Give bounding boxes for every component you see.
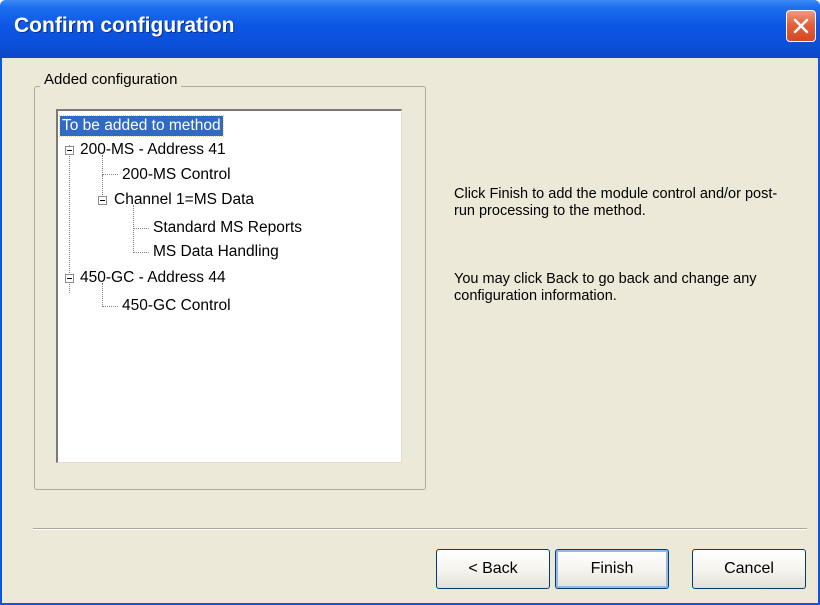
configuration-tree[interactable]: To be added to method 200-MS - Address 4… xyxy=(56,109,402,463)
tree-connector xyxy=(133,205,134,253)
tree-node-ms-reports[interactable]: Standard MS Reports xyxy=(153,218,302,238)
tree-root-node[interactable]: To be added to method xyxy=(59,115,224,137)
title-bar[interactable]: Confirm configuration xyxy=(0,0,820,58)
cancel-button[interactable]: Cancel xyxy=(692,549,806,589)
button-separator xyxy=(33,528,807,530)
collapse-icon[interactable] xyxy=(98,196,107,205)
tree-connector xyxy=(133,252,149,253)
tree-node-gc-control[interactable]: 450-GC Control xyxy=(122,296,231,316)
tree-connector xyxy=(102,174,118,175)
window-title: Confirm configuration xyxy=(14,14,235,37)
tree-node-ms-module[interactable]: 200-MS - Address 41 xyxy=(80,140,226,160)
group-label: Added configuration xyxy=(40,71,182,88)
collapse-icon[interactable] xyxy=(65,146,74,155)
tree-connector xyxy=(102,306,118,307)
tree-node-ms-data-handling[interactable]: MS Data Handling xyxy=(153,242,279,262)
finish-instructions: Click Finish to add the module control a… xyxy=(454,186,778,219)
tree-node-gc-module[interactable]: 450-GC - Address 44 xyxy=(80,268,226,288)
finish-button[interactable]: Finish xyxy=(555,549,669,589)
back-instructions: You may click Back to go back and change… xyxy=(454,271,757,304)
close-icon xyxy=(793,18,809,34)
collapse-icon[interactable] xyxy=(65,274,74,283)
tree-node-ms-control[interactable]: 200-MS Control xyxy=(122,165,231,185)
tree-node-channel[interactable]: Channel 1=MS Data xyxy=(114,190,254,210)
tree-connector xyxy=(133,228,149,229)
back-button[interactable]: < Back xyxy=(436,549,550,589)
close-button[interactable] xyxy=(786,10,816,42)
tree-connector xyxy=(69,145,70,293)
